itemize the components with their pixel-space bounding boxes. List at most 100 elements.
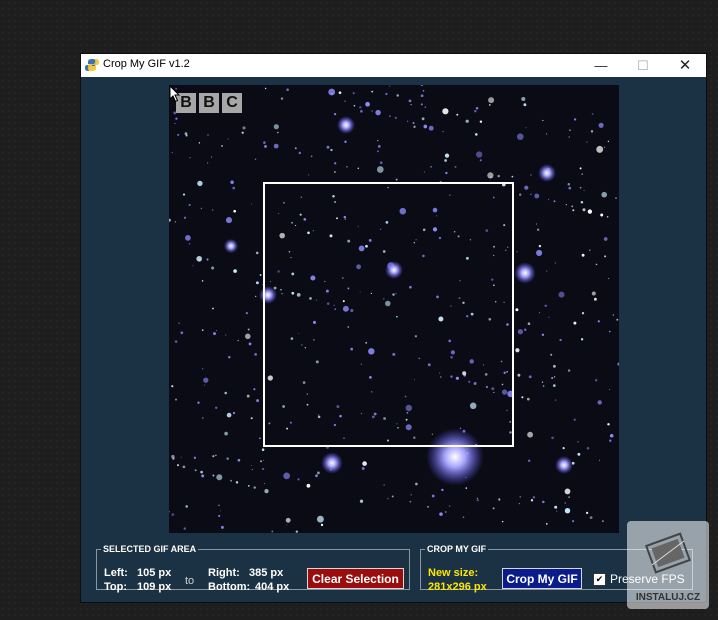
bright-star bbox=[514, 262, 536, 284]
star bbox=[511, 175, 514, 178]
star bbox=[280, 97, 284, 100]
star bbox=[359, 106, 362, 109]
star bbox=[253, 486, 256, 489]
close-button[interactable]: ✕ bbox=[665, 54, 705, 77]
star bbox=[479, 159, 482, 162]
star bbox=[420, 103, 423, 106]
star bbox=[607, 423, 610, 426]
star bbox=[256, 399, 260, 403]
star bbox=[283, 472, 291, 480]
star bbox=[597, 400, 602, 405]
star bbox=[185, 235, 191, 241]
star bbox=[487, 172, 494, 179]
star bbox=[577, 452, 581, 456]
crop-my-gif-button[interactable]: Crop My GIF bbox=[502, 568, 582, 589]
star bbox=[175, 117, 178, 120]
star bbox=[294, 147, 297, 150]
network-card-icon bbox=[645, 532, 691, 574]
star bbox=[264, 488, 269, 494]
gif-preview-canvas[interactable]: B B C bbox=[169, 85, 619, 533]
star bbox=[310, 155, 313, 158]
star bbox=[251, 468, 253, 471]
star bbox=[213, 332, 216, 336]
star bbox=[286, 88, 289, 92]
star bbox=[237, 339, 239, 342]
star bbox=[273, 143, 279, 149]
star bbox=[568, 186, 572, 190]
star bbox=[196, 255, 203, 262]
star bbox=[317, 471, 320, 475]
star bbox=[579, 186, 582, 189]
star bbox=[571, 205, 574, 208]
star bbox=[476, 151, 483, 158]
star bbox=[224, 431, 228, 436]
star bbox=[174, 221, 177, 223]
star bbox=[545, 133, 548, 135]
star bbox=[422, 89, 425, 92]
star bbox=[410, 494, 412, 496]
bright-star bbox=[321, 452, 343, 474]
star bbox=[593, 297, 597, 301]
bbc-logo: B B C bbox=[176, 93, 242, 113]
star bbox=[237, 458, 241, 462]
star bbox=[456, 113, 459, 116]
star bbox=[212, 455, 215, 458]
maximize-button[interactable]: ☐ bbox=[623, 54, 663, 77]
star bbox=[572, 209, 575, 212]
star bbox=[203, 384, 206, 386]
star bbox=[439, 512, 443, 516]
star bbox=[273, 124, 279, 130]
star bbox=[395, 178, 398, 181]
left-value: 105 px bbox=[137, 567, 172, 579]
star bbox=[567, 369, 571, 372]
star bbox=[316, 515, 324, 523]
star bbox=[371, 110, 373, 112]
star bbox=[171, 385, 174, 388]
star bbox=[521, 96, 526, 102]
star bbox=[307, 174, 310, 176]
clear-selection-button[interactable]: Clear Selection bbox=[307, 568, 404, 589]
star bbox=[334, 113, 337, 116]
star bbox=[247, 485, 250, 487]
star bbox=[226, 412, 232, 418]
star bbox=[230, 479, 232, 482]
star bbox=[277, 131, 279, 134]
star bbox=[377, 145, 381, 148]
star bbox=[591, 113, 594, 115]
star bbox=[517, 373, 521, 377]
star bbox=[551, 436, 554, 440]
star bbox=[609, 439, 612, 442]
star bbox=[600, 213, 604, 217]
star bbox=[228, 356, 231, 359]
star bbox=[441, 488, 444, 492]
star bbox=[552, 364, 556, 368]
star bbox=[413, 125, 416, 128]
star bbox=[286, 524, 288, 526]
minimize-button[interactable]: — bbox=[581, 54, 621, 77]
star bbox=[598, 459, 601, 461]
selection-rectangle[interactable] bbox=[263, 182, 514, 447]
star bbox=[220, 525, 224, 529]
star bbox=[365, 101, 370, 107]
title-bar[interactable]: Crop My GIF v1.2 — ☐ ✕ bbox=[81, 54, 706, 77]
star bbox=[377, 150, 379, 153]
star bbox=[589, 249, 591, 251]
star bbox=[554, 399, 557, 401]
star bbox=[586, 511, 589, 514]
star bbox=[525, 127, 527, 129]
star bbox=[320, 523, 324, 527]
star bbox=[607, 277, 610, 280]
star bbox=[362, 461, 367, 466]
star bbox=[465, 487, 468, 489]
star bbox=[201, 368, 204, 370]
star bbox=[607, 140, 610, 143]
star bbox=[581, 173, 583, 175]
star bbox=[225, 334, 227, 336]
star bbox=[427, 505, 429, 508]
preserve-fps-checkbox[interactable]: ✔ bbox=[593, 573, 606, 586]
star bbox=[198, 142, 201, 144]
star bbox=[430, 166, 432, 168]
star bbox=[201, 280, 204, 282]
star bbox=[377, 139, 379, 142]
star bbox=[262, 459, 264, 461]
